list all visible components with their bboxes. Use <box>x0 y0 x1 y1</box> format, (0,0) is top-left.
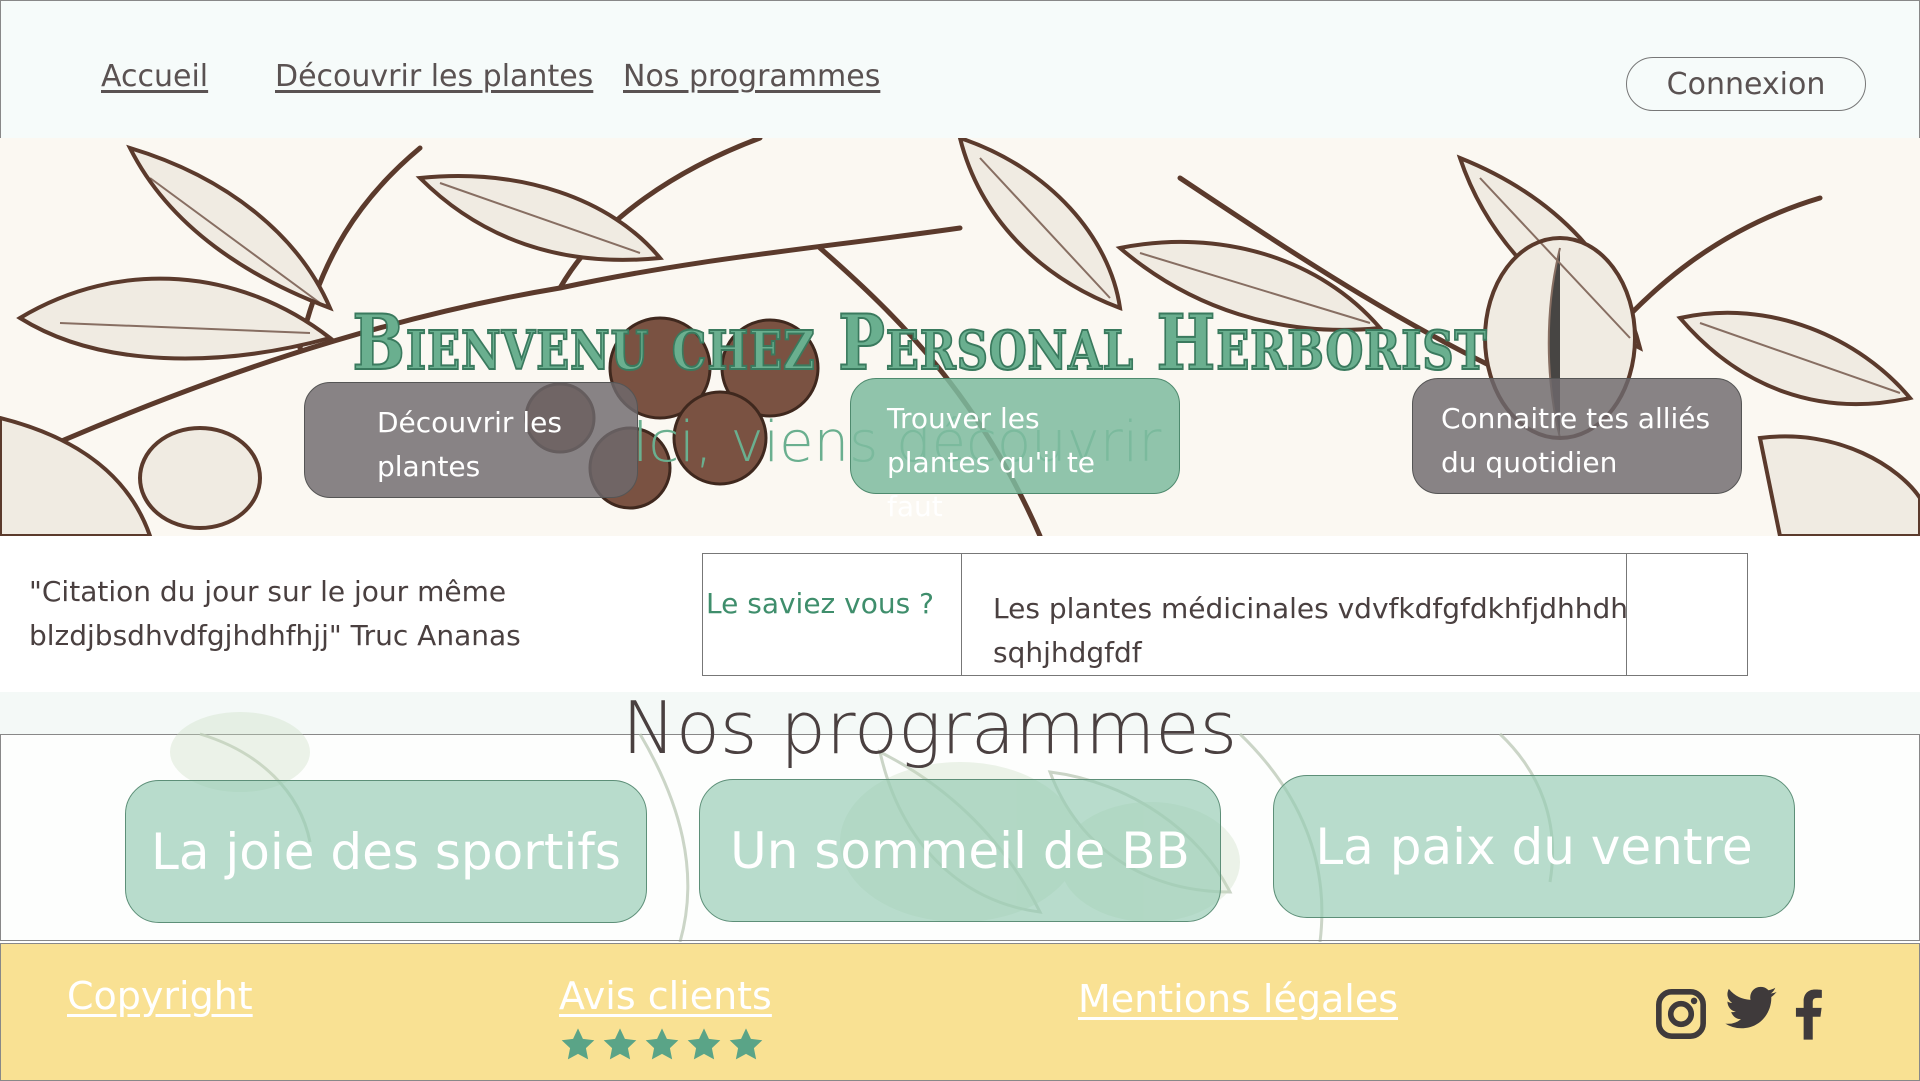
instagram-icon[interactable] <box>1653 986 1709 1042</box>
quote-of-the-day: "Citation du jour sur le jour même blzdj… <box>29 575 521 652</box>
star-icon <box>645 1028 679 1060</box>
site-header: Accueil Découvrir les plantes Nos progra… <box>0 0 1920 139</box>
find-plants-button[interactable]: Trouver les plantes qu'il te faut <box>850 378 1180 523</box>
login-button[interactable]: Connexion <box>1626 57 1866 111</box>
nav-decouvrir-plantes[interactable]: Découvrir les plantes <box>275 59 593 94</box>
did-you-know-box: Le saviez vous ? Les plantes médicinales… <box>702 553 1748 676</box>
program-card-sportifs[interactable]: La joie des sportifs <box>125 780 647 923</box>
fact-title: Le saviez vous ? <box>706 587 934 620</box>
copyright-link[interactable]: Copyright <box>67 974 253 1018</box>
daily-allies-button[interactable]: Connaitre tes alliés du quotidien <box>1412 378 1742 494</box>
star-icon <box>729 1028 763 1060</box>
site-footer: Copyright Avis clients Mentions légales <box>0 943 1920 1081</box>
twitter-icon[interactable] <box>1723 980 1779 1036</box>
program-card-sommeil[interactable]: Un sommeil de BB <box>699 779 1221 922</box>
facebook-icon[interactable] <box>1781 986 1837 1042</box>
nav-nos-programmes[interactable]: Nos programmes <box>623 59 880 94</box>
program-card-ventre[interactable]: La paix du ventre <box>1273 775 1795 918</box>
star-icon <box>687 1028 721 1060</box>
star-icon <box>603 1028 637 1060</box>
legal-notice-link[interactable]: Mentions légales <box>1078 977 1398 1021</box>
discover-plants-button[interactable]: Découvrir les plantes <box>304 382 638 498</box>
hero-banner: Bienvenu chez Personal Herborist Ici, vi… <box>0 138 1920 536</box>
fact-text: Les plantes médicinales vdvfkdfgfdkhfjdh… <box>993 592 1629 669</box>
nav-accueil[interactable]: Accueil <box>101 59 208 94</box>
programmes-section: Nos programmes La joie des sportifs Un s… <box>0 692 1920 942</box>
reviews-link[interactable]: Avis clients <box>559 974 772 1018</box>
programmes-title: Nos programmes <box>622 692 1238 770</box>
star-icon <box>561 1028 595 1060</box>
hero-title: Bienvenu chez Personal Herborist <box>352 297 1488 388</box>
info-section: "Citation du jour sur le jour même blzdj… <box>0 537 1920 692</box>
rating-stars <box>559 1026 765 1064</box>
